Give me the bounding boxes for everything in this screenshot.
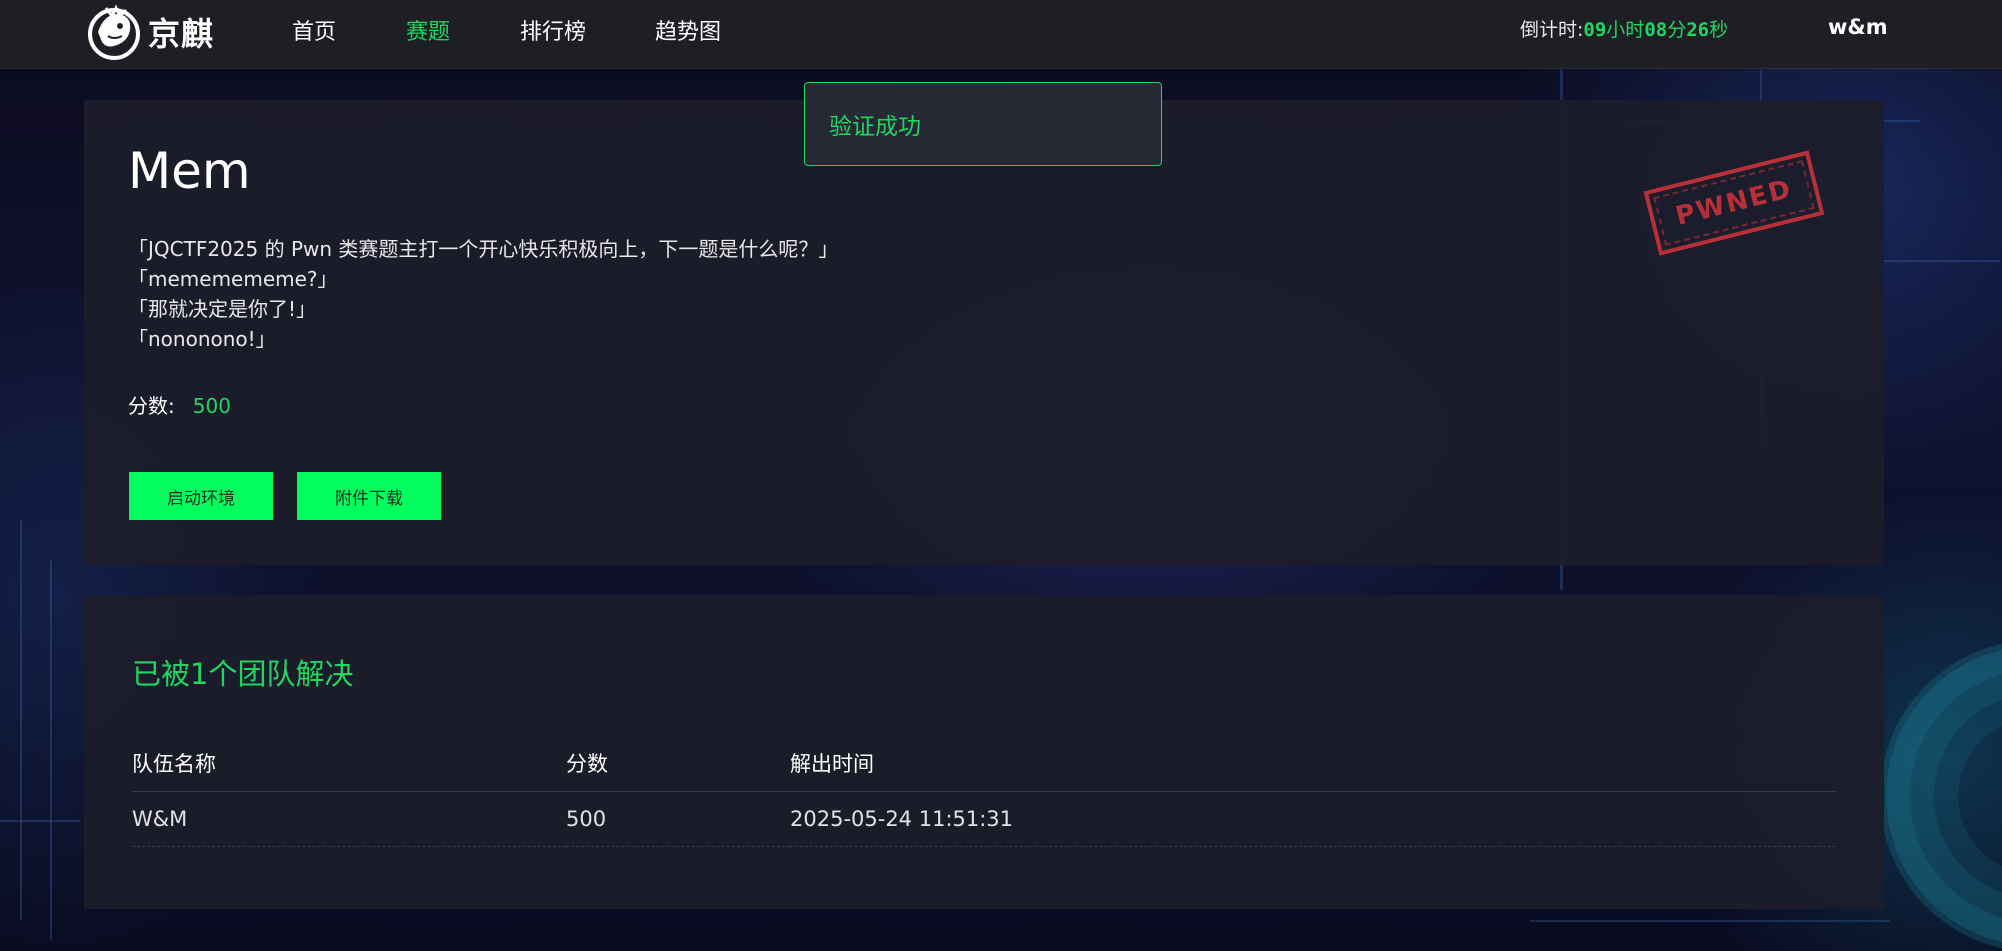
team-name-cell: W&M [132,791,566,847]
nav-item-leaderboard[interactable]: 排行榜 [520,14,586,46]
user-menu[interactable]: w&m [1828,15,1888,39]
description-line: 「nononono!」 [128,327,276,351]
description-line: 「mememememe?」 [128,267,338,291]
download-attachment-button[interactable]: 附件下载 [297,472,441,520]
countdown-timer: 倒计时:09小时08分26秒 [1520,15,1728,42]
nav-item-challenges[interactable]: 赛题 [406,14,450,46]
brand-logo[interactable]: 京麒 [84,2,214,62]
column-header-time: 解出时间 [790,735,1836,792]
challenge-card: Mem 「JQCTF2025 的 Pwn 类赛题主打一个开心快乐积极向上，下一题… [84,100,1884,565]
challenge-title: Mem [128,142,251,200]
column-header-team: 队伍名称 [132,735,566,792]
toast-message: 验证成功 [829,114,921,140]
countdown-label: 倒计时: [1520,19,1584,41]
countdown-hours: 09 [1583,19,1607,41]
pwned-stamp: PWNED [1643,150,1825,256]
success-toast: 验证成功 [804,82,1162,166]
score-label: 分数: [128,394,175,418]
dragon-logo-icon [88,4,140,60]
solves-title: 已被1个团队解决 [132,657,354,691]
countdown-hours-unit: 小时 [1606,19,1645,41]
brand-name: 京麒 [148,15,215,53]
nav-item-trends[interactable]: 趋势图 [655,14,721,46]
countdown-minutes: 08 [1644,19,1668,41]
description-line: 「那就决定是你了!」 [128,297,317,321]
score-value: 500 [192,394,231,418]
challenge-description: 「JQCTF2025 的 Pwn 类赛题主打一个开心快乐积极向上，下一题是什么呢… [128,234,838,354]
challenge-score: 分数: 500 [128,390,231,419]
table-header-row: 队伍名称 分数 解出时间 [132,735,1836,792]
fingerprint-graphic [1880,640,2002,951]
score-cell: 500 [566,791,790,847]
top-navbar: 京麒 首页 赛题 排行榜 趋势图 倒计时:09小时08分26秒 w&m [0,0,2002,69]
start-environment-button[interactable]: 启动环境 [129,472,273,520]
description-line: 「JQCTF2025 的 Pwn 类赛题主打一个开心快乐积极向上，下一题是什么呢… [128,237,839,261]
nav-item-home[interactable]: 首页 [292,14,336,46]
countdown-seconds-unit: 秒 [1709,19,1729,41]
solves-card: 已被1个团队解决 队伍名称 分数 解出时间 W&M 500 2025-05-24… [84,595,1884,909]
countdown-seconds: 26 [1686,19,1710,41]
solve-time-cell: 2025-05-24 11:51:31 [790,791,1836,847]
column-header-score: 分数 [566,735,790,792]
table-row: W&M 500 2025-05-24 11:51:31 [132,791,1836,847]
countdown-minutes-unit: 分 [1667,19,1687,41]
solves-table: 队伍名称 分数 解出时间 W&M 500 2025-05-24 11:51:31 [132,735,1836,847]
